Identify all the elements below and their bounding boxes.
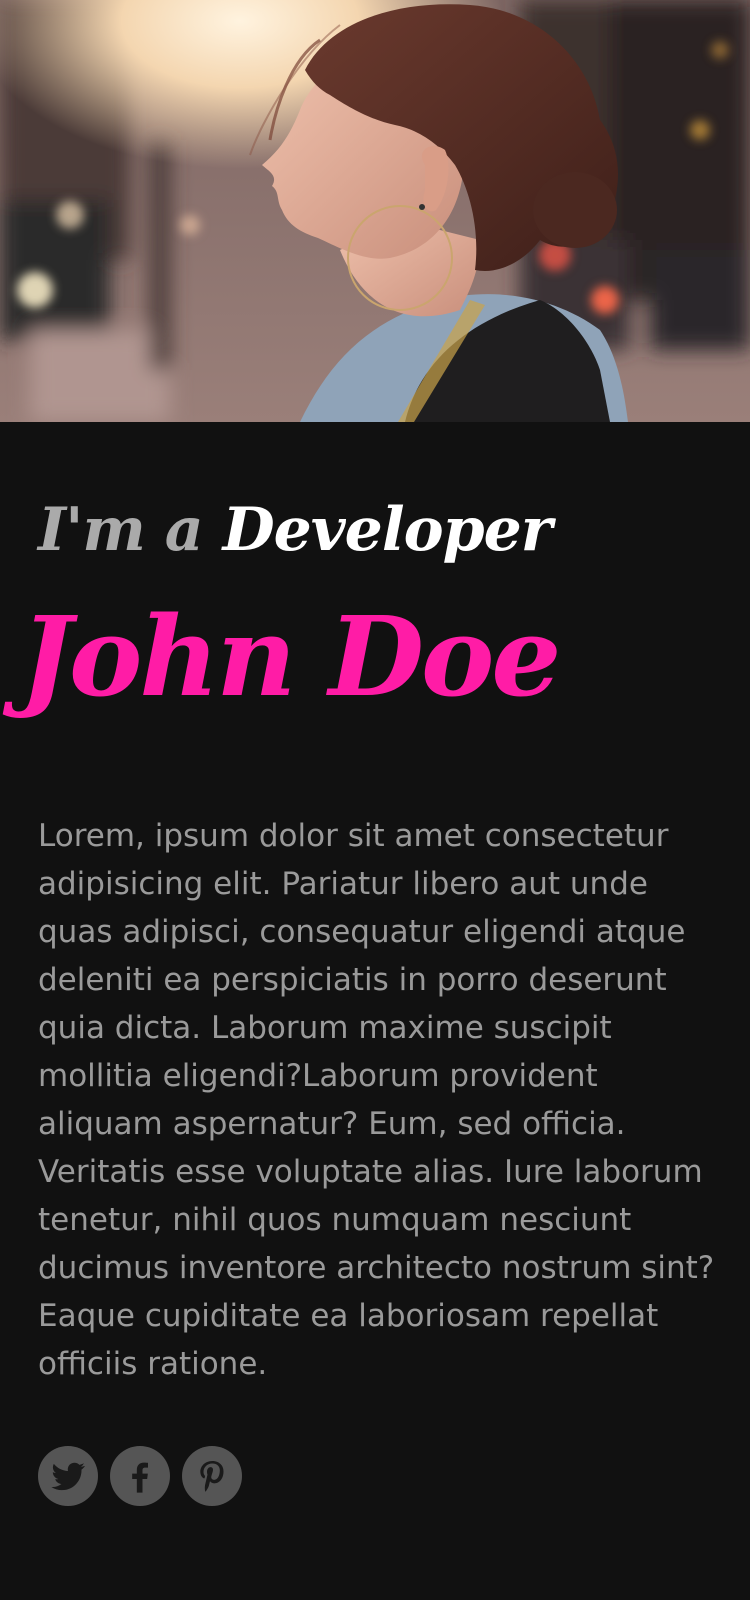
tagline-prefix: I'm a	[38, 495, 204, 565]
social-links	[38, 1446, 242, 1506]
hero-image	[0, 0, 750, 422]
twitter-icon	[51, 1462, 85, 1491]
hero-photo	[0, 0, 750, 422]
twitter-link[interactable]	[38, 1446, 98, 1506]
tagline-role: Developer	[222, 495, 553, 565]
profile-name: John Doe	[20, 592, 561, 721]
bio-text: Lorem, ipsum dolor sit amet consectetur …	[38, 818, 715, 1382]
facebook-icon	[132, 1462, 148, 1493]
pinterest-link[interactable]	[182, 1446, 242, 1506]
tagline: I'm a Developer	[38, 490, 553, 570]
pinterest-icon	[200, 1461, 224, 1492]
facebook-link[interactable]	[110, 1446, 170, 1506]
